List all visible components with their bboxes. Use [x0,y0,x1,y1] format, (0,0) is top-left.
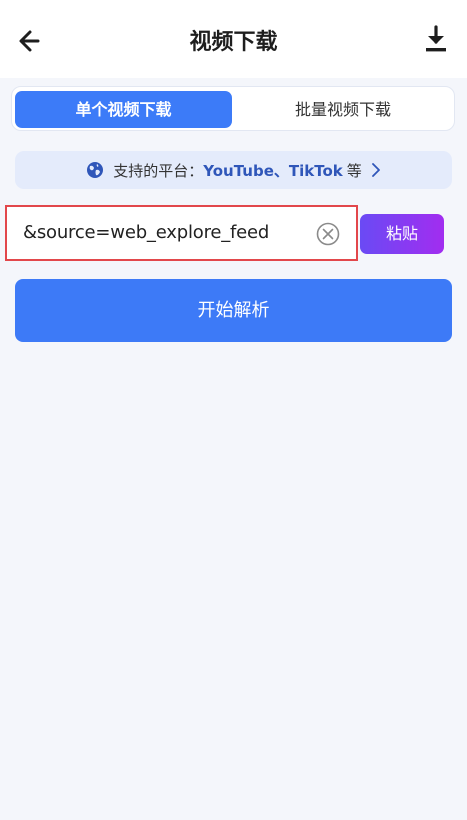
clear-input-button[interactable] [316,222,340,246]
app-header: 视频下载 [0,0,467,78]
platform-names: YouTube、TikTok [203,161,343,180]
globe-icon [87,162,104,178]
download-icon [426,25,446,52]
page-title: 视频下载 [189,30,278,55]
tab-batch-download[interactable]: 批量视频下载 [234,91,452,128]
start-parse-button[interactable]: 开始解析 [15,279,452,342]
download-button[interactable] [420,24,452,56]
platform-suffix: 等 [346,161,362,180]
url-input[interactable] [23,214,303,250]
url-input-box [5,205,358,261]
clear-circle-icon [316,222,340,246]
supported-platforms-notice[interactable]: 支持的平台： YouTube、TikTok 等 [15,151,452,189]
chevron-right-icon [371,163,380,177]
paste-button[interactable]: 粘贴 [360,214,444,254]
tab-single-download[interactable]: 单个视频下载 [15,91,232,128]
platform-prefix: 支持的平台： [113,161,204,180]
download-mode-tabs: 单个视频下载 批量视频下载 [11,86,455,131]
